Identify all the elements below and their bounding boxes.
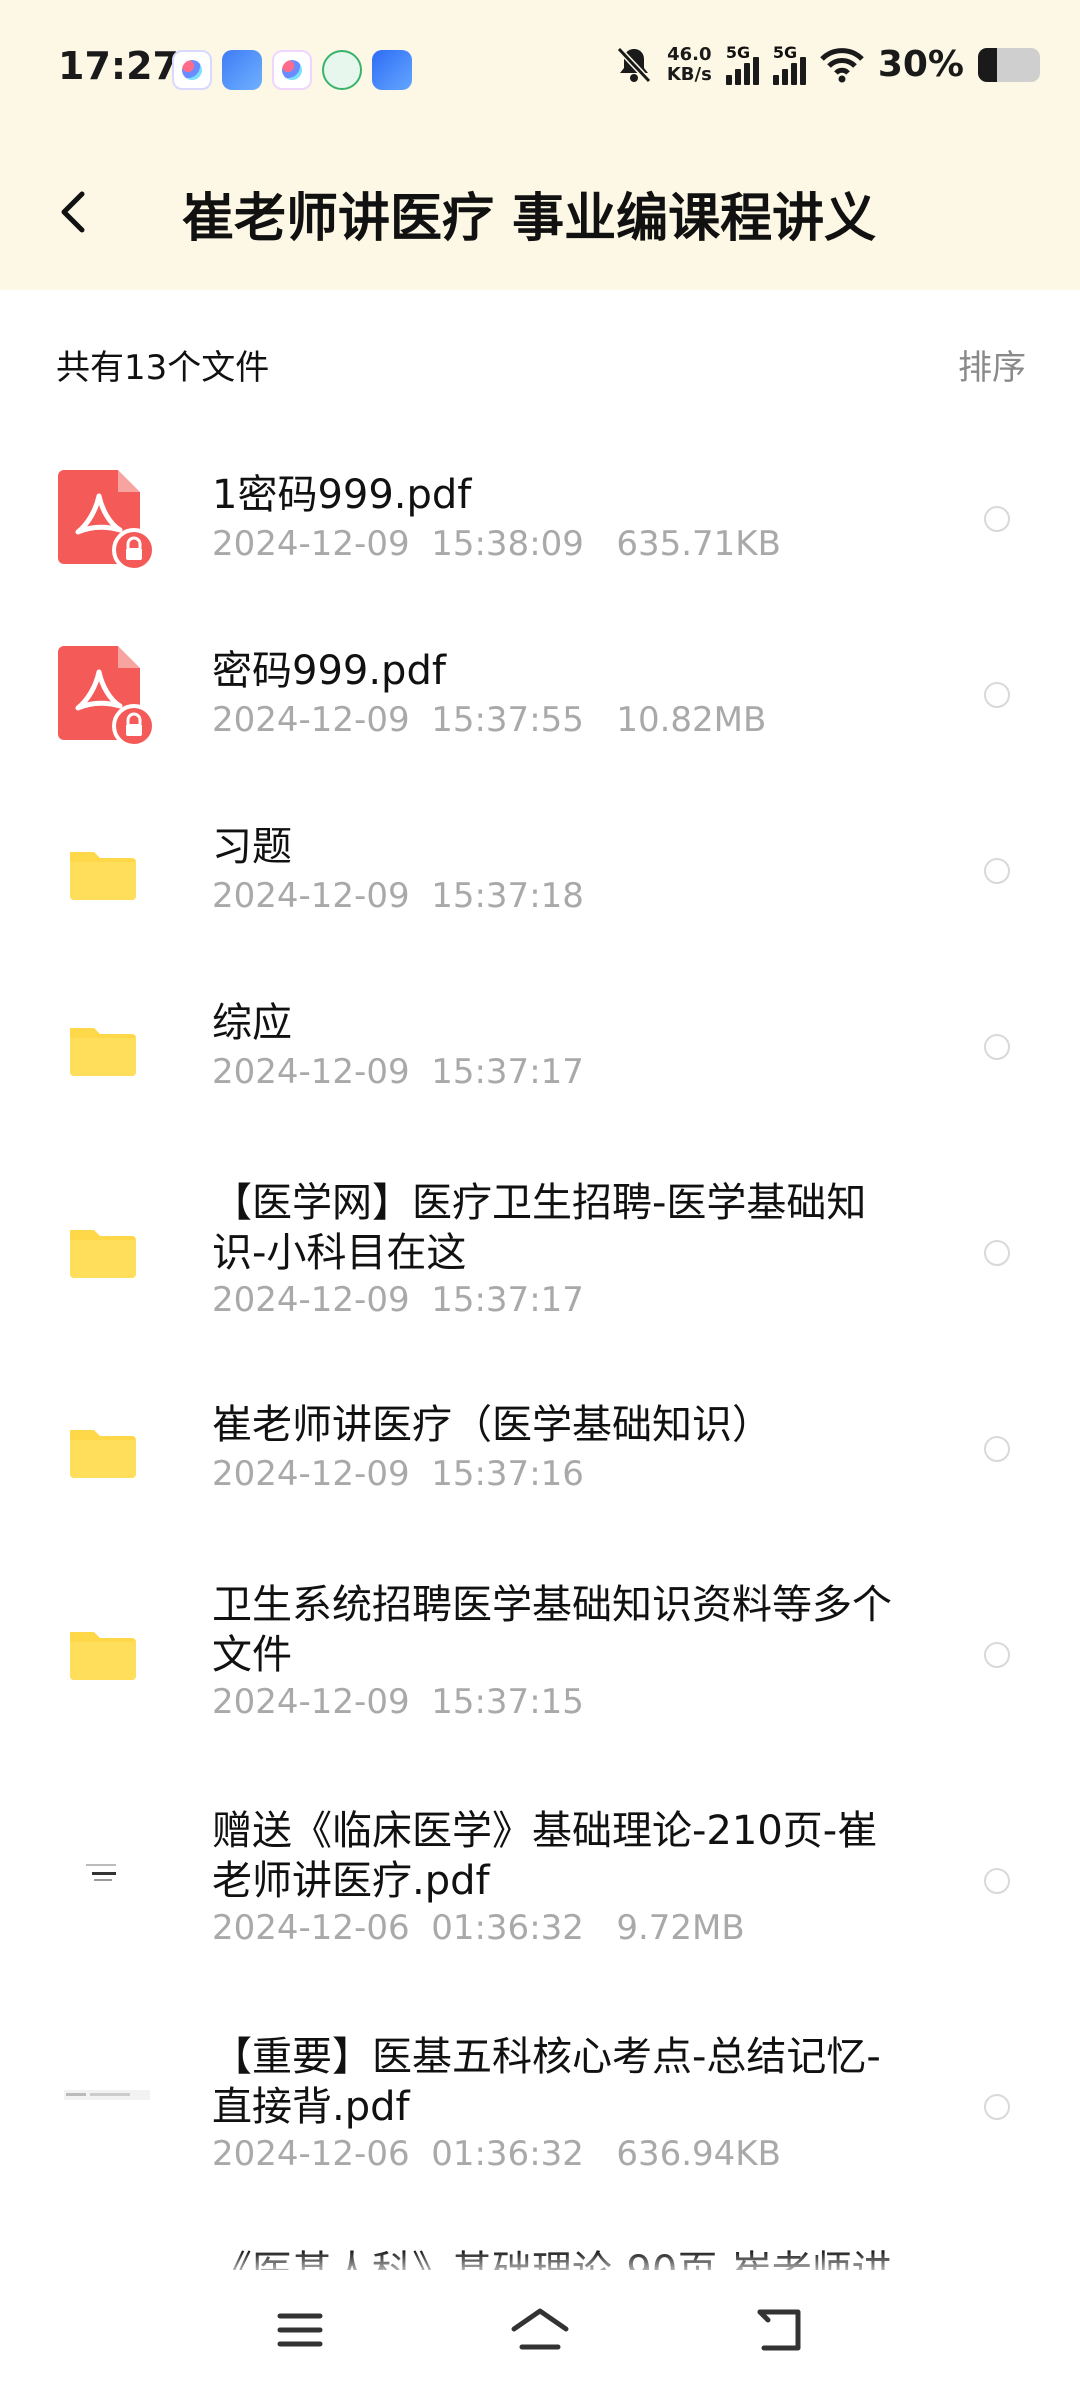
app-icon-2 [222,50,262,90]
app-icon-4 [322,50,362,90]
file-name: 崔老师讲医疗（医学基础知识） [212,1402,772,1448]
back-nav-button[interactable] [745,2300,815,2360]
app-icon-1 [172,50,212,90]
status-bar: 17:27 46.0 KB/s 5G 5G 30% [0,0,1080,140]
lock-icon [112,704,156,748]
file-row[interactable]: 综应 2024-12-09 15:37:17 [0,958,1080,1134]
folder-icon [58,998,158,1098]
file-row[interactable]: 【医学网】医疗卫生招聘-医学基础知识-小科目在这 2024-12-09 15:37… [0,1134,1080,1360]
net-speed-unit: KB/s [666,63,712,85]
sort-button[interactable]: 排序 [958,340,1026,389]
file-meta: 2024-12-09 15:37:17 [212,1052,584,1092]
file-name: 综应 [212,1000,292,1046]
folder-icon [58,1200,158,1300]
signal-1-label: 5G [725,42,751,62]
folder-shape [70,1632,136,1680]
navigation-bar [0,2270,1080,2400]
file-meta: 2024-12-09 15:37:16 [212,1454,584,1494]
signal-2-icon: 5G [772,42,806,85]
battery-fill [978,47,997,82]
file-name: 密码999.pdf [212,648,446,694]
folder-shape [70,1028,136,1076]
top-area: 17:27 46.0 KB/s 5G 5G 30% 崔老师讲医疗 事业编课程讲义 [0,0,1080,290]
folder-shape [70,1430,136,1478]
file-meta: 2024-12-09 15:37:17 [212,1280,584,1320]
app-icon-5 [372,50,412,90]
file-name: 卫生系统招聘医学基础知识资料等多个文件 [212,1582,892,1678]
file-row[interactable]: 崔老师讲医疗（医学基础知识） 2024-12-09 15:37:16 [0,1360,1080,1536]
folder-shape [70,852,136,900]
battery-icon [978,47,1040,82]
folder-icon [58,822,158,922]
document-thumbnail [58,1828,158,1928]
folder-shape [70,1230,136,1278]
file-name: 赠送《临床医学》基础理论-210页-崔老师讲医疗.pdf [212,1808,878,1904]
doc-preview [64,2090,150,2100]
back-icon [757,2309,801,2351]
header: 崔老师讲医疗 事业编课程讲义 [0,140,1080,290]
select-checkbox[interactable] [984,506,1010,532]
signal-1-icon: 5G [725,42,759,85]
select-checkbox[interactable] [984,2094,1010,2120]
select-checkbox[interactable] [984,1436,1010,1462]
menu-icon [277,2313,323,2347]
file-row[interactable]: 赠送《临床医学》基础理论-210页-崔老师讲医疗.pdf 2024-12-06 0… [0,1762,1080,1988]
menu-button[interactable] [265,2300,335,2360]
wifi-icon [820,47,864,82]
signal-2-label: 5G [772,42,798,62]
select-checkbox[interactable] [984,1240,1010,1266]
file-count: 共有13个文件 [56,348,270,388]
pdf-file-icon [58,470,158,572]
summary-row: 共有13个文件 排序 [0,290,1080,430]
file-row[interactable]: 密码999.pdf 2024-12-09 15:37:55 10.82MB [0,606,1080,782]
file-meta: 2024-12-09 15:37:15 [212,1682,584,1722]
select-checkbox[interactable] [984,1642,1010,1668]
doc-preview [86,1864,116,1881]
file-meta: 2024-12-09 15:37:18 [212,876,584,916]
file-name: 【医学网】医疗卫生招聘-医学基础知识-小科目在这 [212,1180,867,1276]
file-name: 【重要】医基五科核心考点-总结记忆-直接背.pdf [212,2034,881,2130]
status-right: 46.0 KB/s 5G 5G 30% [615,42,1040,85]
folder-icon [58,1602,158,1702]
page-title: 崔老师讲医疗 事业编课程讲义 [182,189,877,249]
app-icon-3 [272,50,312,90]
file-row[interactable]: 【重要】医基五科核心考点-总结记忆-直接背.pdf 2024-12-06 01:3… [0,1988,1080,2214]
screen: 17:27 46.0 KB/s 5G 5G 30% 崔老师讲医疗 事业编课程讲义… [0,0,1080,2400]
chevron-left-icon [61,191,85,233]
notification-icons [172,50,412,90]
file-name: 1密码999.pdf [212,472,472,518]
document-thumbnail [58,2054,158,2154]
file-meta: 2024-12-06 01:36:32 9.72MB [212,1908,745,1948]
select-checkbox[interactable] [984,682,1010,708]
file-meta: 2024-12-06 01:36:32 636.94KB [212,2134,781,2174]
home-button[interactable] [505,2300,575,2360]
status-time: 17:27 [58,44,179,88]
net-speed-value: 46.0 [667,43,712,65]
home-icon [511,2308,569,2350]
lock-icon [112,528,156,572]
file-meta: 2024-12-09 15:38:09 635.71KB [212,524,781,564]
file-row[interactable]: 卫生系统招聘医学基础知识资料等多个文件 2024-12-09 15:37:15 [0,1536,1080,1762]
folder-icon [58,1400,158,1500]
net-speed: 46.0 KB/s [666,43,712,85]
file-row[interactable]: 习题 2024-12-09 15:37:18 [0,782,1080,958]
bell-off-icon [616,46,652,83]
file-row[interactable]: 1密码999.pdf 2024-12-09 15:38:09 635.71KB [0,430,1080,606]
select-checkbox[interactable] [984,858,1010,884]
file-meta: 2024-12-09 15:37:55 10.82MB [212,700,767,740]
select-checkbox[interactable] [984,1868,1010,1894]
pdf-file-icon [58,646,158,748]
battery-percent: 30% [877,44,964,85]
back-button[interactable] [48,182,98,242]
file-name: 习题 [212,824,292,870]
select-checkbox[interactable] [984,1034,1010,1060]
